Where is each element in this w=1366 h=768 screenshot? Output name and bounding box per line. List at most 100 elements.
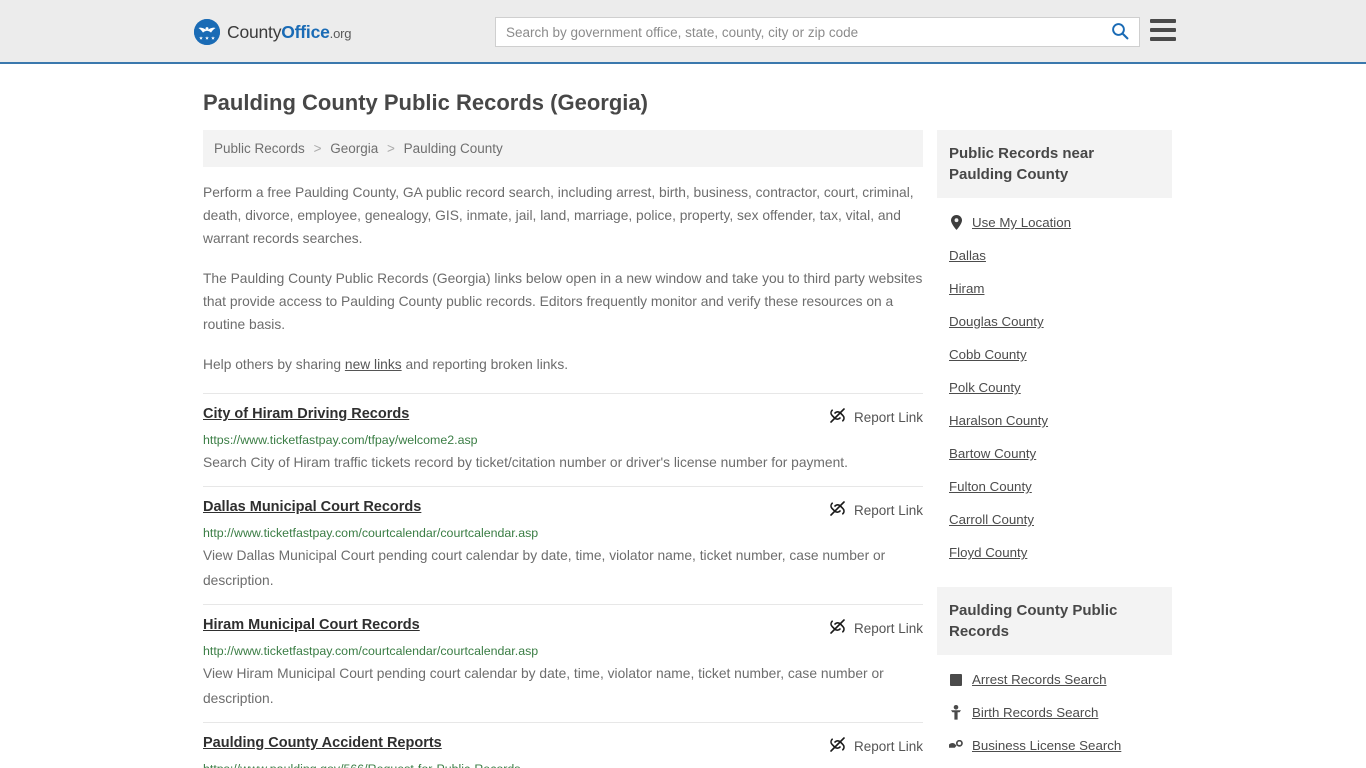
sidebar-nearby-link[interactable]: Fulton County [949, 479, 1032, 494]
sidebar-nearby-list: Use My Location Dallas Hiram Douglas County… [937, 198, 1172, 569]
result-header: Dallas Municipal Court Records Report Lin… [203, 499, 923, 520]
intro-p3-after: and reporting broken links. [401, 357, 569, 372]
report-link-label: Report Link [853, 620, 923, 636]
baby-icon [949, 705, 963, 720]
sidebar-nearby-link[interactable]: Floyd County [949, 545, 1027, 560]
main-column: Public Records > Georgia > Paulding Coun… [203, 130, 923, 768]
fingerprint-square-icon [949, 673, 963, 686]
sidebar-records-item[interactable]: Arrest Records Search [937, 663, 1172, 696]
site-logo-text: CountyOffice.org [227, 22, 351, 43]
sidebar-nearby-link[interactable]: Carroll County [949, 512, 1034, 527]
intro-text: Perform a free Paulding County, GA publi… [203, 181, 923, 376]
result-item: City of Hiram Driving Records Report Link… [203, 393, 923, 486]
sidebar-nearby-item[interactable]: Use My Location [937, 206, 1172, 239]
sidebar-nearby-link[interactable]: Cobb County [949, 347, 1027, 362]
result-url: http://www.ticketfastpay.com/courtcalend… [203, 526, 539, 540]
briefcase-gear-icon [949, 739, 963, 752]
result-description: View Dallas Municipal Court pending cour… [203, 548, 886, 588]
sidebar-records-item[interactable]: Business License Search [937, 729, 1172, 762]
breadcrumb-separator: > [387, 141, 395, 156]
breadcrumb-item-paulding-county[interactable]: Paulding County [404, 141, 503, 156]
sidebar-nearby-item[interactable]: Carroll County [937, 503, 1172, 536]
sidebar-nearby-item[interactable]: Douglas County [937, 305, 1172, 338]
report-link-button[interactable]: Report Link [829, 617, 923, 638]
logo-text-office: Office [281, 21, 330, 42]
sidebar-records-link[interactable]: Business License Search [972, 738, 1121, 753]
result-description: View Hiram Municipal Court pending court… [203, 666, 884, 706]
result-description: Search City of Hiram traffic tickets rec… [203, 455, 848, 470]
result-header: City of Hiram Driving Records Report Link [203, 406, 923, 427]
intro-p3-before: Help others by sharing [203, 357, 345, 372]
result-item: Paulding County Accident Reports Report L… [203, 722, 923, 768]
content-columns: Public Records > Georgia > Paulding Coun… [193, 130, 1173, 768]
sidebar-nearby-item[interactable]: Dallas [937, 239, 1172, 272]
sidebar-nearby-item[interactable]: Floyd County [937, 536, 1172, 569]
map-pin-icon [949, 215, 963, 230]
sidebar-records-box: Paulding County Public Records Arrest Re… [937, 587, 1172, 762]
search-button[interactable] [1101, 18, 1139, 46]
broken-link-icon [829, 500, 846, 520]
hamburger-bar [1150, 37, 1176, 41]
result-url: https://www.ticketfastpay.com/tfpay/welc… [203, 433, 478, 447]
new-links-link[interactable]: new links [345, 357, 402, 372]
intro-paragraph-3: Help others by sharing new links and rep… [203, 353, 923, 376]
sidebar-nearby-link[interactable]: Polk County [949, 380, 1021, 395]
logo-text-county: County [227, 21, 282, 42]
report-link-button[interactable]: Report Link [829, 499, 923, 520]
sidebar-nearby-heading: Public Records near Paulding County [937, 130, 1172, 198]
sidebar-nearby-link[interactable]: Hiram [949, 281, 984, 296]
page-title: Paulding County Public Records (Georgia) [203, 90, 648, 115]
report-link-button[interactable]: Report Link [829, 406, 923, 427]
intro-paragraph-1: Perform a free Paulding County, GA publi… [203, 185, 914, 246]
sidebar-nearby-box: Public Records near Paulding County Use … [937, 130, 1172, 569]
sidebar-nearby-link[interactable]: Haralson County [949, 413, 1048, 428]
result-item: Dallas Municipal Court Records Report Lin… [203, 486, 923, 604]
hamburger-menu-icon[interactable] [1150, 19, 1176, 41]
sidebar-nearby-item[interactable]: Bartow County [937, 437, 1172, 470]
result-url: https://www.paulding.gov/566/Request-for… [203, 762, 923, 768]
sidebar-nearby-link[interactable]: Douglas County [949, 314, 1044, 329]
result-url: http://www.ticketfastpay.com/courtcalend… [203, 644, 539, 658]
logo-text-tld: .org [329, 25, 352, 41]
sidebar-nearby-item[interactable]: Hiram [937, 272, 1172, 305]
content-container: Paulding County Public Records (Georgia)… [193, 90, 1173, 768]
search-input[interactable] [496, 18, 1101, 46]
hamburger-bar [1150, 19, 1176, 23]
broken-link-icon [829, 407, 846, 427]
site-logo[interactable]: CountyOffice.org [194, 19, 351, 45]
broken-link-icon [829, 618, 846, 638]
breadcrumb: Public Records > Georgia > Paulding Coun… [203, 130, 923, 167]
site-header: CountyOffice.org [0, 0, 1366, 64]
result-title-link[interactable]: City of Hiram Driving Records [203, 406, 409, 422]
result-header: Paulding County Accident Reports Report L… [203, 735, 923, 756]
sidebar-records-item[interactable]: Birth Records Search [937, 696, 1172, 729]
sidebar-nearby-link[interactable]: Use My Location [972, 215, 1071, 230]
sidebar-records-link[interactable]: Arrest Records Search [972, 672, 1107, 687]
sidebar-records-heading: Paulding County Public Records [937, 587, 1172, 655]
sidebar-records-link[interactable]: Birth Records Search [972, 705, 1098, 720]
result-title-link[interactable]: Hiram Municipal Court Records [203, 617, 420, 633]
sidebar-nearby-item[interactable]: Fulton County [937, 470, 1172, 503]
eagle-seal-icon [194, 19, 220, 45]
search-bar [495, 17, 1140, 47]
sidebar-records-list: Arrest Records Search Birth Records Searc… [937, 655, 1172, 762]
sidebar-nearby-item[interactable]: Haralson County [937, 404, 1172, 437]
sidebar-nearby-link[interactable]: Dallas [949, 248, 986, 263]
result-item: Hiram Municipal Court Records Report Link… [203, 604, 923, 722]
sidebar-nearby-item[interactable]: Polk County [937, 371, 1172, 404]
results-list: City of Hiram Driving Records Report Link… [203, 393, 923, 768]
result-header: Hiram Municipal Court Records Report Link [203, 617, 923, 638]
report-link-button[interactable]: Report Link [829, 735, 923, 756]
breadcrumb-item-georgia[interactable]: Georgia [330, 141, 378, 156]
result-title-link[interactable]: Dallas Municipal Court Records [203, 499, 421, 515]
report-link-label: Report Link [853, 502, 923, 518]
report-link-label: Report Link [853, 409, 923, 425]
sidebar-nearby-item[interactable]: Cobb County [937, 338, 1172, 371]
intro-paragraph-2: The Paulding County Public Records (Geor… [203, 271, 923, 332]
result-title-link[interactable]: Paulding County Accident Reports [203, 735, 442, 751]
sidebar-nearby-link[interactable]: Bartow County [949, 446, 1036, 461]
breadcrumb-separator: > [313, 141, 322, 156]
page-body: Paulding County Public Records (Georgia)… [0, 90, 1366, 768]
search-icon [1111, 22, 1129, 43]
breadcrumb-item-public-records[interactable]: Public Records [214, 141, 305, 156]
